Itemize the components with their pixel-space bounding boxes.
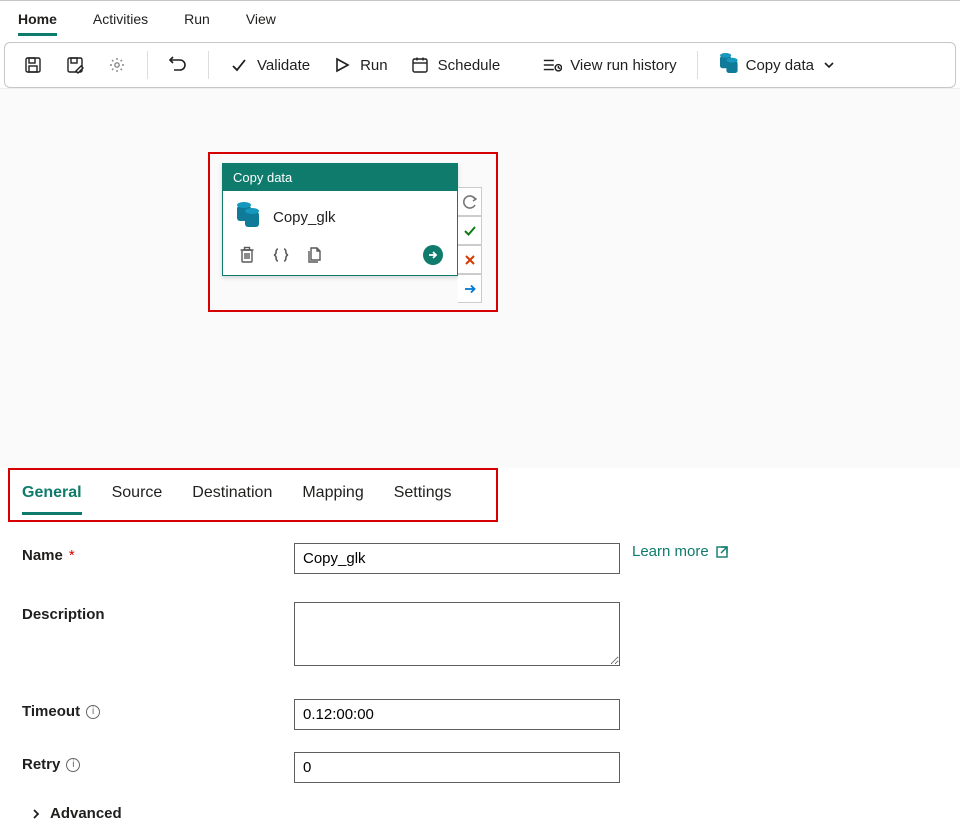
- general-form: Name * Learn more Description Timeout i …: [0, 515, 960, 825]
- retry-label-wrap: Retry i: [22, 752, 294, 773]
- calendar-icon: [410, 55, 430, 75]
- timeout-label: Timeout: [22, 703, 80, 720]
- prop-tab-settings[interactable]: Settings: [394, 478, 452, 515]
- separator: [208, 51, 209, 79]
- code-icon[interactable]: [271, 245, 291, 265]
- save-icon: [23, 55, 43, 75]
- separator: [697, 51, 698, 79]
- undo-icon: [168, 55, 188, 75]
- timeout-input[interactable]: [294, 699, 620, 730]
- chevron-right-icon: [30, 808, 42, 820]
- check-icon: [229, 55, 249, 75]
- description-label: Description: [22, 602, 294, 623]
- schedule-label: Schedule: [438, 57, 501, 74]
- prop-tab-mapping[interactable]: Mapping: [302, 478, 363, 515]
- handle-skip[interactable]: [458, 187, 482, 216]
- validate-label: Validate: [257, 57, 310, 74]
- play-icon: [332, 55, 352, 75]
- undo-button[interactable]: [160, 51, 196, 79]
- info-icon[interactable]: i: [66, 758, 80, 772]
- gear-icon: [107, 55, 127, 75]
- handle-success[interactable]: [458, 216, 482, 245]
- prop-tab-destination[interactable]: Destination: [192, 478, 272, 515]
- copy-data-icon: [718, 55, 738, 75]
- tab-view[interactable]: View: [246, 7, 276, 36]
- name-label: Name: [22, 547, 63, 564]
- row-description: Description: [22, 602, 938, 671]
- required-indicator: *: [69, 547, 75, 564]
- row-timeout: Timeout i: [22, 699, 938, 730]
- save-button[interactable]: [15, 51, 51, 79]
- row-name: Name * Learn more: [22, 543, 938, 574]
- separator: [147, 51, 148, 79]
- retry-input[interactable]: [294, 752, 620, 783]
- row-retry: Retry i: [22, 752, 938, 783]
- retry-label: Retry: [22, 756, 60, 773]
- handle-failure[interactable]: [458, 245, 482, 274]
- validate-button[interactable]: Validate: [221, 51, 318, 79]
- prop-tab-general[interactable]: General: [22, 478, 82, 515]
- top-menu: Home Activities Run View: [0, 0, 960, 36]
- activity-header: Copy data: [223, 164, 457, 191]
- info-icon[interactable]: i: [86, 705, 100, 719]
- settings-button[interactable]: [99, 51, 135, 79]
- clone-icon[interactable]: [305, 245, 325, 265]
- run-activity-icon[interactable]: [423, 245, 443, 265]
- handle-completion[interactable]: [458, 274, 482, 303]
- learn-more-link[interactable]: Learn more: [632, 543, 729, 560]
- property-tabs: General Source Destination Mapping Setti…: [0, 468, 960, 515]
- tab-home[interactable]: Home: [18, 7, 57, 36]
- copy-data-activity[interactable]: Copy data Copy_glk: [222, 163, 458, 276]
- schedule-button[interactable]: Schedule: [402, 51, 509, 79]
- ribbon-toolbar: Validate Run Schedule View run history C…: [4, 42, 956, 88]
- run-button[interactable]: Run: [324, 51, 396, 79]
- tab-activities[interactable]: Activities: [93, 7, 148, 36]
- save-as-icon: [65, 55, 85, 75]
- pipeline-canvas[interactable]: Copy data Copy_glk: [0, 88, 960, 468]
- timeout-label-wrap: Timeout i: [22, 699, 294, 720]
- copy-data-icon: [237, 205, 261, 229]
- activity-status-handles: [458, 187, 482, 303]
- tab-run[interactable]: Run: [184, 7, 210, 36]
- activity-footer: [223, 239, 457, 275]
- advanced-toggle[interactable]: Advanced: [30, 805, 122, 822]
- run-label: Run: [360, 57, 388, 74]
- name-label-wrap: Name *: [22, 543, 294, 564]
- save-as-button[interactable]: [57, 51, 93, 79]
- activity-name-label: Copy_glk: [273, 209, 336, 226]
- copy-data-label: Copy data: [746, 57, 814, 74]
- external-link-icon: [715, 545, 729, 559]
- description-input[interactable]: [294, 602, 620, 666]
- copy-data-dropdown[interactable]: Copy data: [710, 51, 844, 79]
- prop-tab-source[interactable]: Source: [112, 478, 163, 515]
- name-input[interactable]: [294, 543, 620, 574]
- advanced-label: Advanced: [50, 805, 122, 822]
- activity-body: Copy_glk: [223, 191, 457, 239]
- view-run-history-button[interactable]: View run history: [534, 51, 684, 79]
- view-run-history-label: View run history: [570, 57, 676, 74]
- run-history-icon: [542, 55, 562, 75]
- chevron-down-icon: [822, 55, 836, 75]
- delete-icon[interactable]: [237, 245, 257, 265]
- learn-more-label: Learn more: [632, 543, 709, 560]
